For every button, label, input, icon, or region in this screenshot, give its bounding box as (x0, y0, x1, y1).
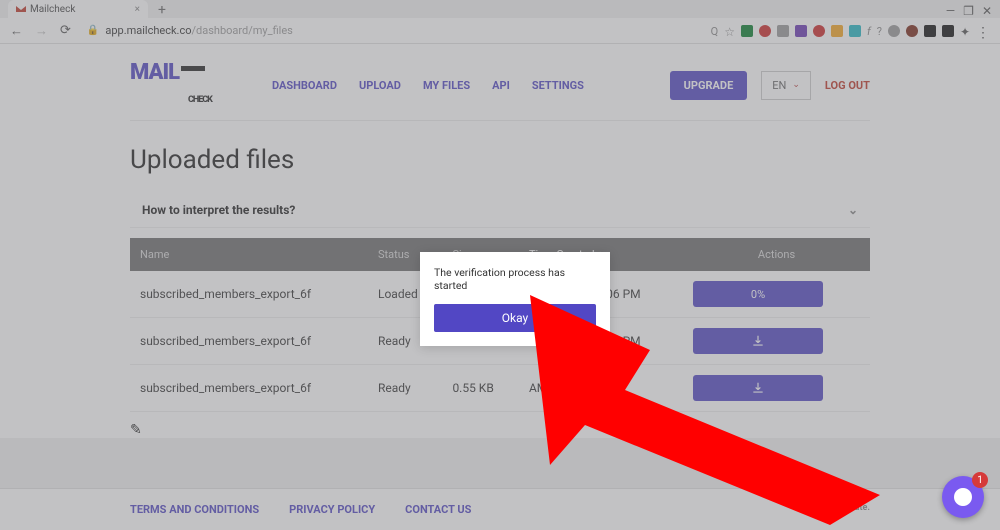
help-label: How to interpret the results? (142, 203, 295, 217)
q-icon[interactable]: Q (711, 25, 719, 37)
cell-name: subscribed_members_export_6f (130, 318, 368, 365)
mailcheck-favicon-icon (16, 4, 26, 14)
nav-dashboard[interactable]: DASHBOARD (272, 79, 337, 92)
upgrade-button[interactable]: UPGRADE (670, 71, 748, 100)
puzzle-icon[interactable]: ✦ (960, 25, 970, 37)
menu-icon[interactable]: ⋮ (976, 25, 990, 37)
browser-tab[interactable]: Mailcheck × (8, 0, 148, 18)
lock-icon: 🔒 (87, 25, 99, 36)
forward-icon[interactable]: → (35, 23, 48, 39)
ext-icon[interactable] (831, 25, 843, 37)
nav-upload[interactable]: UPLOAD (359, 79, 401, 92)
close-tab-icon[interactable]: × (135, 4, 140, 15)
chevron-down-icon: ⌄ (792, 80, 800, 90)
chat-badge: 1 (972, 472, 988, 488)
ext-icon[interactable] (906, 25, 918, 37)
cell-name: subscribed_members_export_6f (130, 365, 368, 412)
chevron-down-icon: ⌄ (848, 203, 858, 217)
modal-message: The verification process has started (434, 266, 596, 292)
ext-icon[interactable] (849, 25, 861, 37)
nav-settings[interactable]: SETTINGS (532, 79, 584, 92)
footer: TERMS AND CONDITIONS PRIVACY POLICY CONT… (0, 488, 1000, 530)
new-tab-button[interactable]: + (152, 2, 172, 18)
window-minimize-icon[interactable]: — (946, 4, 955, 18)
star-icon[interactable]: ☆ (724, 25, 735, 37)
main-nav: DASHBOARD UPLOAD MY FILES API SETTINGS (272, 79, 584, 92)
chat-widget[interactable]: 1 (942, 476, 984, 518)
cookie-text: re your date. (819, 503, 870, 516)
action-button[interactable] (693, 328, 823, 354)
tab-title: Mailcheck (30, 4, 75, 15)
ext-icon[interactable] (942, 25, 954, 37)
cell-status: Ready (368, 365, 442, 412)
okay-button[interactable]: Okay (434, 304, 596, 332)
cell-time: AM (519, 365, 683, 412)
logout-link[interactable]: LOG OUT (825, 79, 870, 92)
ext-icon[interactable]: ? (877, 25, 882, 37)
footer-contact[interactable]: CONTACT US (405, 503, 471, 516)
ext-icon[interactable] (924, 25, 936, 37)
verification-modal: The verification process has started Oka… (420, 252, 610, 346)
table-row: subscribed_members_export_6fReady0.55 KB… (130, 365, 870, 412)
ext-icon[interactable] (888, 25, 900, 37)
cell-action (683, 365, 870, 412)
help-accordion[interactable]: How to interpret the results? ⌄ (130, 193, 870, 228)
col-actions: Actions (683, 238, 870, 271)
ext-icon[interactable]: f (867, 25, 871, 37)
window-close-icon[interactable]: ✕ (982, 4, 992, 18)
back-icon[interactable]: ← (10, 23, 23, 39)
footer-privacy[interactable]: PRIVACY POLICY (289, 503, 375, 516)
download-icon (751, 334, 765, 348)
nav-api[interactable]: API (492, 79, 510, 92)
cell-name: subscribed_members_export_6f (130, 271, 368, 318)
action-button[interactable] (693, 375, 823, 401)
cell-action: 0% (683, 271, 870, 318)
col-name[interactable]: Name (130, 238, 368, 271)
ext-icon[interactable] (741, 25, 753, 37)
browser-chrome: Mailcheck × + — ❐ ✕ ← → ⟳ 🔒 app.mailchec… (0, 0, 1000, 44)
ext-icon[interactable] (795, 25, 807, 37)
cell-action (683, 318, 870, 365)
extension-icons: Q ☆ f ? ✦ ⋮ (711, 25, 990, 37)
footer-terms[interactable]: TERMS AND CONDITIONS (130, 503, 259, 516)
ext-icon[interactable] (813, 25, 825, 37)
action-button[interactable]: 0% (693, 281, 823, 307)
language-select[interactable]: EN⌄ (761, 71, 811, 100)
reload-icon[interactable]: ⟳ (60, 23, 71, 39)
url-text: app.mailcheck.co/dashboard/my_files (105, 24, 293, 37)
nav-my-files[interactable]: MY FILES (423, 79, 470, 92)
chat-icon (954, 488, 972, 506)
app-content: MAIL CHECK DASHBOARD UPLOAD MY FILES API… (0, 44, 1000, 438)
logo[interactable]: MAIL CHECK (130, 60, 212, 110)
ext-icon[interactable] (759, 25, 771, 37)
ext-icon[interactable] (777, 25, 789, 37)
cell-size: 0.55 KB (442, 365, 519, 412)
edit-icon[interactable]: ✎ (130, 422, 870, 438)
address-bar[interactable]: 🔒 app.mailcheck.co/dashboard/my_files (87, 24, 293, 37)
page-title: Uploaded files (130, 145, 870, 175)
download-icon (751, 381, 765, 395)
window-restore-icon[interactable]: ❐ (963, 4, 974, 18)
